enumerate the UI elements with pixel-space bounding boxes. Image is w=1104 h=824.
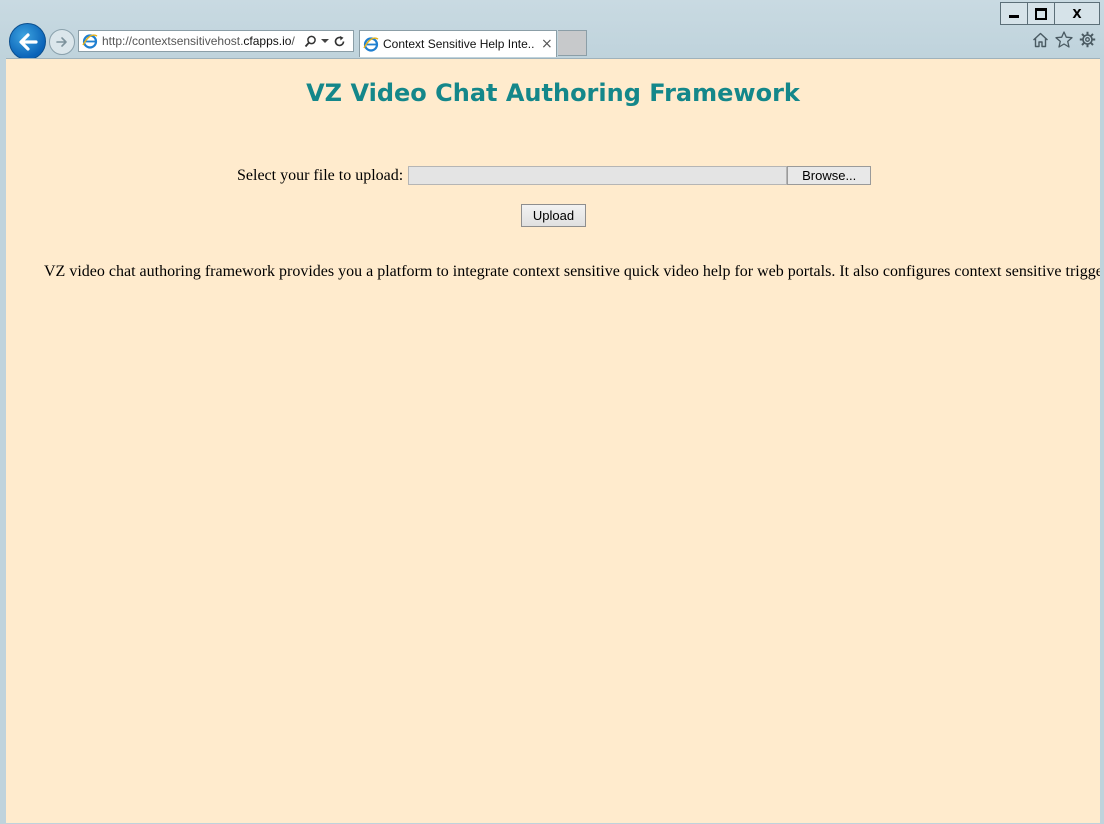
maximize-icon bbox=[1035, 7, 1047, 20]
minimize-icon bbox=[1009, 15, 1019, 18]
maximize-button[interactable] bbox=[1028, 3, 1055, 24]
upload-label: Select your file to upload: bbox=[237, 166, 404, 184]
window-controls: X bbox=[1000, 2, 1100, 25]
browser-tab[interactable]: Context Sensitive Help Inte... × bbox=[359, 30, 557, 57]
file-upload-row: Select your file to upload: Browse... bbox=[237, 166, 872, 185]
back-button[interactable] bbox=[9, 23, 46, 60]
home-icon[interactable] bbox=[1032, 32, 1049, 48]
forward-icon bbox=[56, 37, 67, 47]
close-window-button[interactable]: X bbox=[1055, 3, 1099, 24]
description-text: VZ video chat authoring framework provid… bbox=[44, 263, 1100, 280]
back-icon bbox=[18, 32, 38, 51]
tab-ie-icon bbox=[363, 37, 379, 52]
refresh-icon[interactable] bbox=[333, 35, 346, 48]
url-suffix: / bbox=[291, 34, 295, 48]
url-text[interactable]: http://contextsensitivehost.cfapps.io/ bbox=[102, 34, 300, 48]
minimize-button[interactable] bbox=[1001, 3, 1028, 24]
new-tab-button[interactable] bbox=[558, 30, 587, 56]
tab-title: Context Sensitive Help Inte... bbox=[383, 37, 535, 51]
page-title: VZ Video Chat Authoring Framework bbox=[306, 79, 800, 107]
url-domain: cfapps.io bbox=[243, 34, 292, 48]
address-bar[interactable]: http://contextsensitivehost.cfapps.io/ bbox=[78, 30, 354, 52]
search-icon[interactable] bbox=[304, 35, 317, 48]
upload-button[interactable]: Upload bbox=[521, 204, 586, 227]
dropdown-icon[interactable] bbox=[321, 38, 329, 44]
browser-toolbar-right bbox=[1032, 31, 1096, 48]
tab-close-icon[interactable]: × bbox=[541, 36, 553, 52]
favorites-star-icon[interactable] bbox=[1055, 31, 1073, 48]
page-content: VZ Video Chat Authoring Framework Select… bbox=[6, 58, 1100, 823]
url-prefix: http://contextsensitivehost. bbox=[102, 34, 244, 48]
gear-icon[interactable] bbox=[1079, 31, 1096, 48]
browse-button[interactable]: Browse... bbox=[787, 166, 872, 185]
forward-button[interactable] bbox=[49, 29, 75, 55]
ie-icon bbox=[82, 34, 98, 49]
file-path-input[interactable] bbox=[408, 166, 788, 185]
